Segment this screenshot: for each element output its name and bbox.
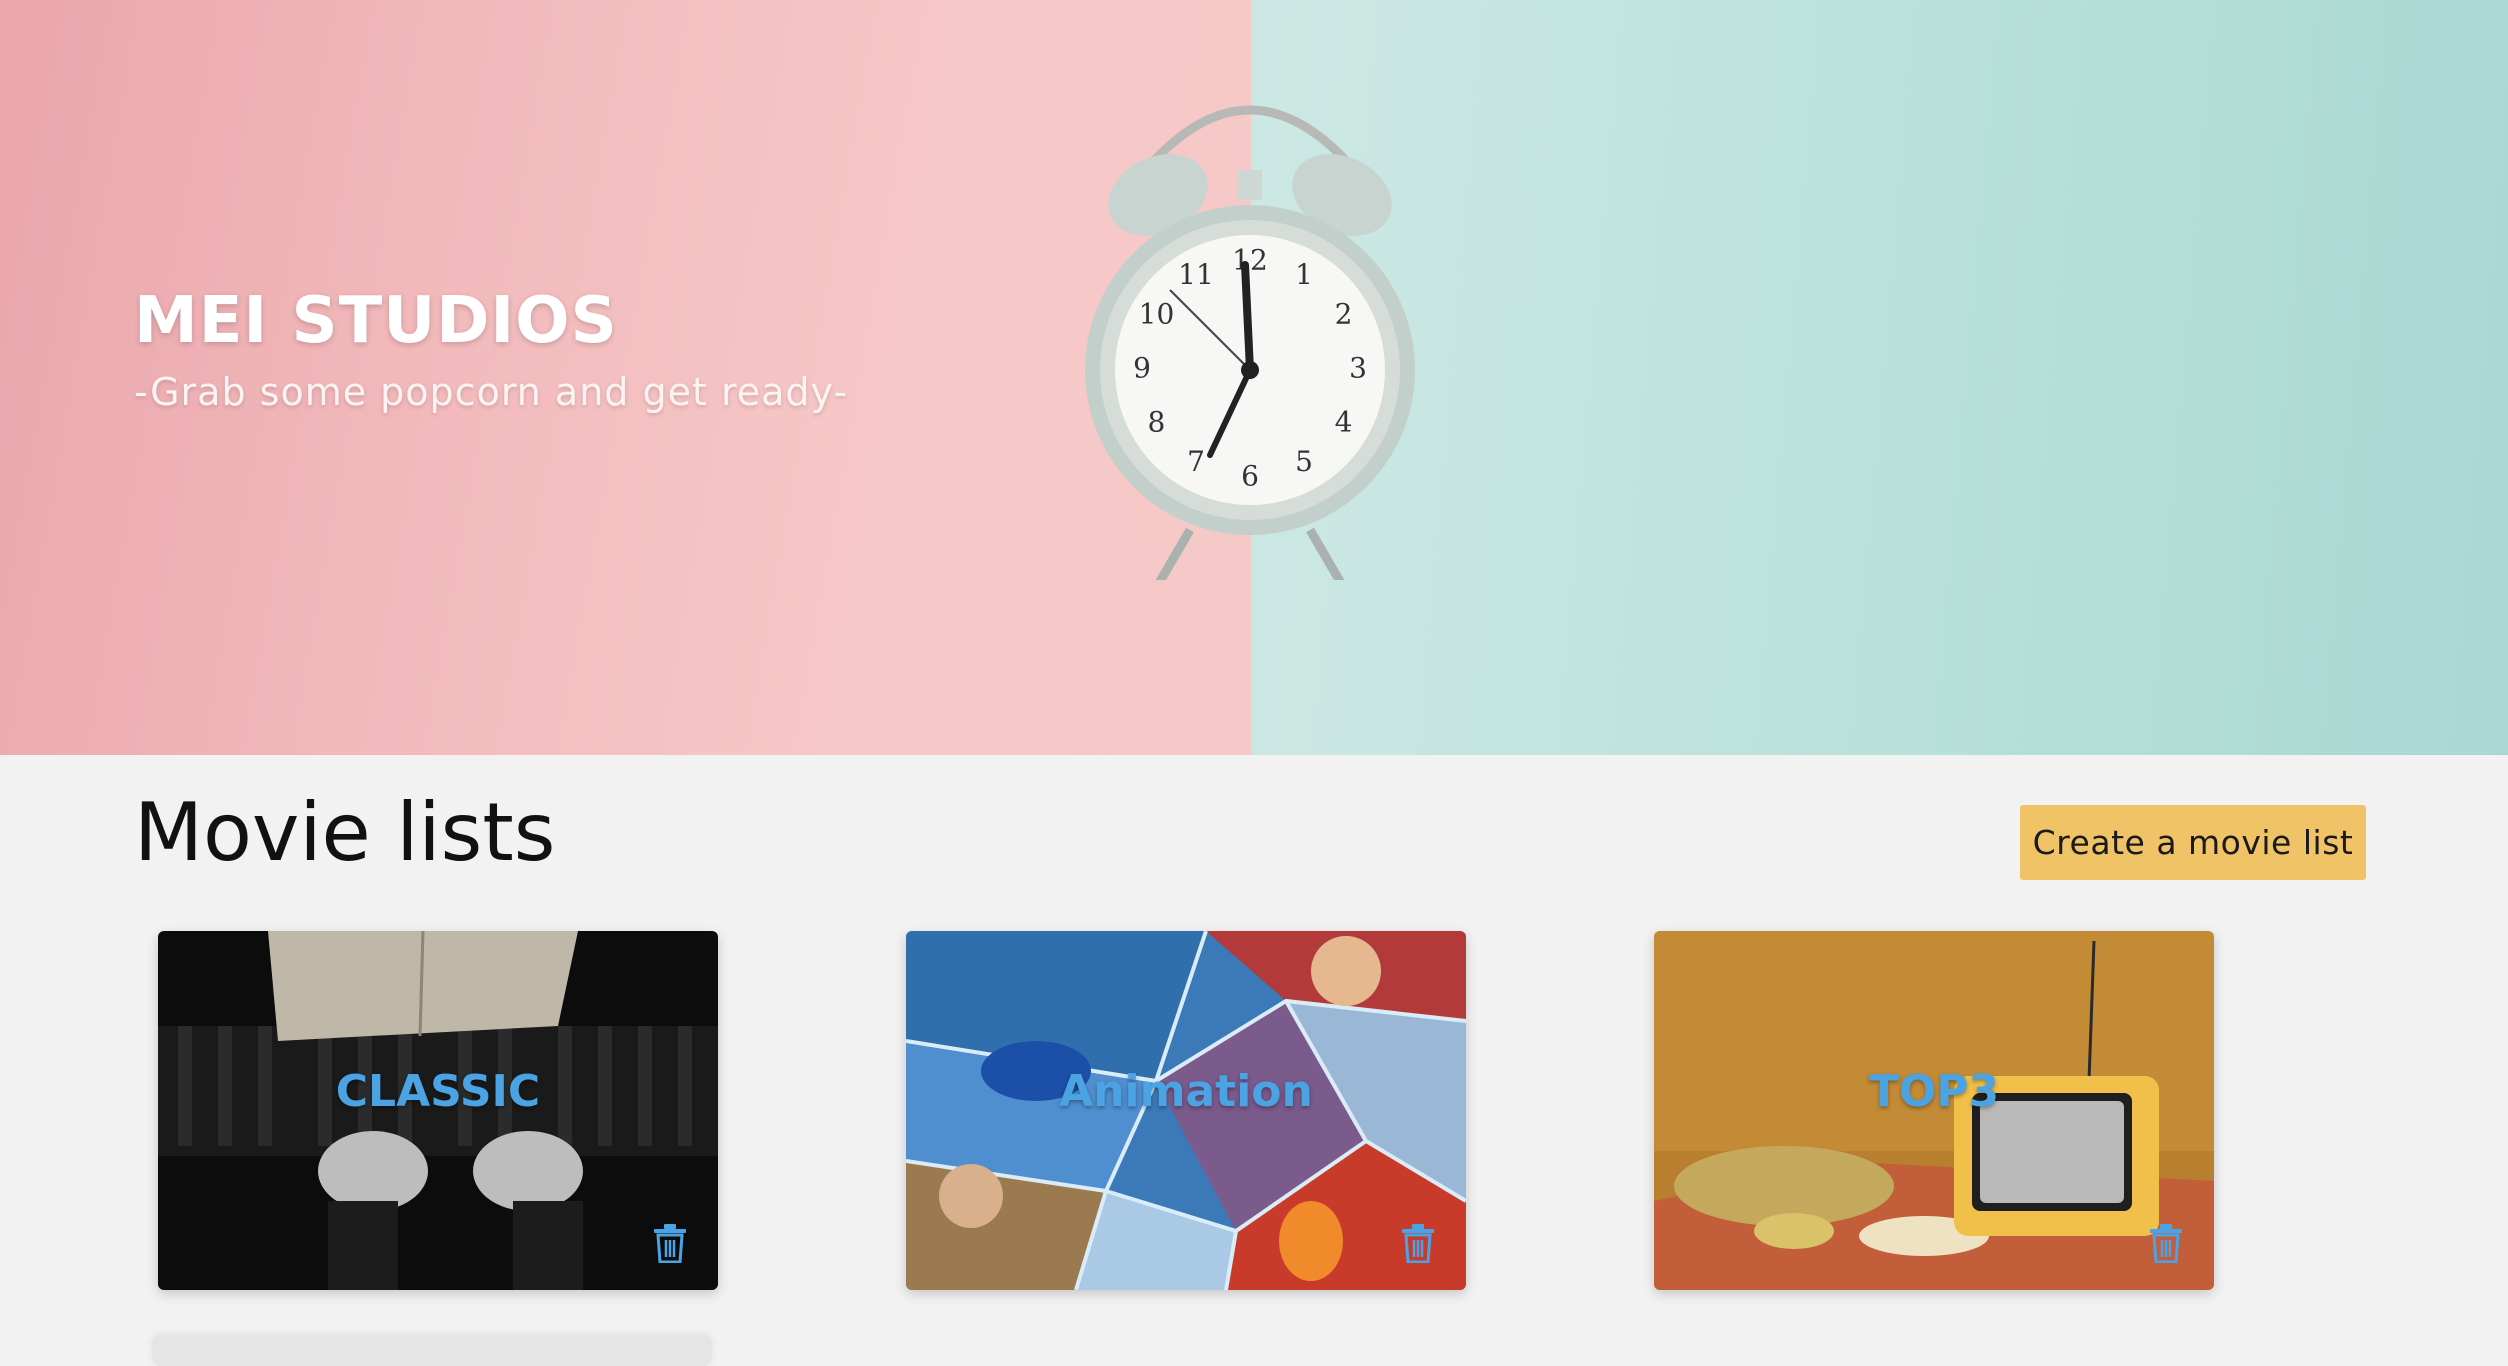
movie-list-card-animation[interactable]: Animation (906, 931, 1466, 1290)
movie-list-card-classic[interactable]: CLASSIC (158, 931, 718, 1290)
card-title: TOP3 (1868, 1066, 2000, 1117)
brand-title: MEI STUDIOS (134, 284, 618, 358)
clock-numeral: 5 (1295, 445, 1313, 478)
clock-numeral: 9 (1133, 352, 1151, 385)
clock-numeral: 4 (1335, 406, 1353, 439)
brand-tagline: -Grab some popcorn and get ready- (134, 370, 849, 414)
hero-banner: 12 1 2 3 4 5 6 7 8 9 10 11 MEI STUDIOS -Grab some p… (0, 0, 2508, 755)
clock-numeral: 7 (1187, 445, 1205, 478)
movie-list-card-top3[interactable]: TOP3 (1654, 931, 2214, 1290)
trash-icon[interactable] (652, 1223, 688, 1263)
card-title: Animation (1059, 1066, 1313, 1117)
movie-lists-heading: Movie lists (134, 786, 556, 879)
trash-icon[interactable] (1400, 1223, 1436, 1263)
clock-numeral: 2 (1335, 298, 1353, 331)
create-movie-list-button[interactable]: Create a movie list (2020, 805, 2366, 880)
clock-numeral: 1 (1295, 258, 1313, 291)
card-title: CLASSIC (335, 1066, 541, 1117)
clock-numeral: 8 (1148, 406, 1166, 439)
trash-icon[interactable] (2148, 1223, 2184, 1263)
alarm-clock-image: 12 12 3 45 6 78 9 1011 (1085, 105, 1415, 580)
clock-numeral: 11 (1178, 258, 1214, 291)
clock-numeral: 12 (1232, 244, 1268, 277)
clock-numeral: 3 (1349, 352, 1367, 385)
clock-numeral: 10 (1139, 298, 1175, 331)
clock-numeral: 6 (1241, 460, 1259, 493)
next-row-card-peek (152, 1336, 712, 1366)
